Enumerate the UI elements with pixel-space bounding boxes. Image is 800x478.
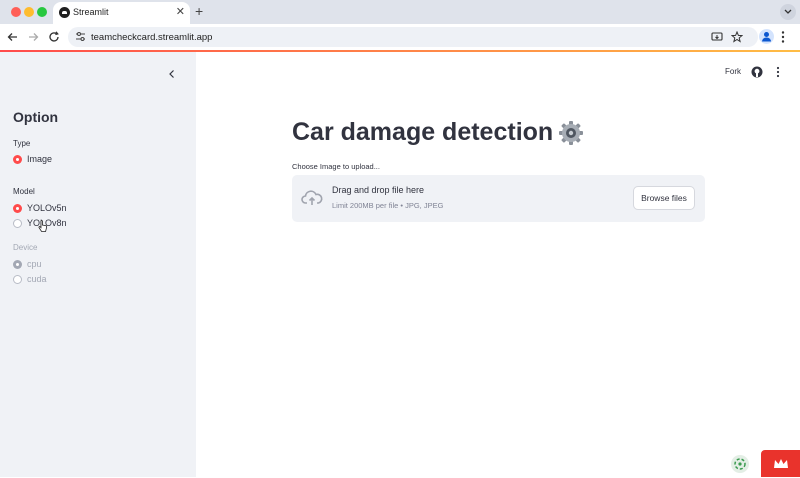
radio-unselected-indicator [13,218,22,228]
cloud-upload-icon [301,190,323,205]
url-text: teamcheckcard.streamlit.app [91,32,213,43]
running-status-icon [734,458,746,470]
radio-label: cuda [27,274,47,284]
file-dropzone[interactable]: Drag and drop file here Limit 200MB per … [292,175,705,222]
address-bar[interactable]: teamcheckcard.streamlit.app [68,27,758,47]
dropzone-limit-text: Limit 200MB per file • JPG, JPEG [332,201,444,210]
main-menu-icon[interactable] [776,66,780,78]
page-title: Car damage detection [292,118,584,147]
github-icon[interactable] [751,66,763,78]
new-tab-icon[interactable]: + [195,3,203,19]
radio-selected-indicator [13,203,22,213]
dropzone-instructions: Drag and drop file here [332,185,425,195]
browse-files-button[interactable]: Browse files [633,186,695,210]
tab-title: Streamlit [73,7,109,17]
streamlit-favicon-icon [59,7,70,18]
minimize-window-button[interactable] [24,7,34,17]
app-status-icon[interactable] [731,455,749,473]
sidebar: Option Type Image Model YOLOv5n YOLOv8n … [0,52,196,477]
upload-label: Choose Image to upload... [292,162,380,171]
back-arrow-icon[interactable] [6,30,20,44]
browser-tab-bar: Streamlit ✕ + [0,0,800,24]
streamlit-hosted-badge[interactable] [761,450,800,477]
tab-close-icon[interactable]: ✕ [176,5,185,19]
main-content: Fork Car damage detection Choose Image t… [196,52,800,477]
collapse-sidebar-icon[interactable] [166,68,178,80]
gear-icon [559,120,584,145]
mouse-pointer-icon [38,220,48,232]
close-window-button[interactable] [11,7,21,17]
bookmark-star-icon[interactable] [731,31,743,43]
site-settings-icon[interactable] [75,31,86,42]
browser-toolbar: teamcheckcard.streamlit.app [0,24,800,50]
radio-option-yolov5n[interactable]: YOLOv5n [13,202,67,214]
radio-option-image[interactable]: Image [13,153,52,165]
fork-button[interactable]: Fork [725,67,741,76]
forward-arrow-icon[interactable] [26,30,40,44]
streamlit-app: Option Type Image Model YOLOv5n YOLOv8n … [0,52,800,477]
radio-label: Image [27,154,53,164]
type-label: Type [13,139,31,148]
radio-selected-indicator [13,154,22,164]
page-title-text: Car damage detection [292,118,554,146]
profile-avatar-icon[interactable] [759,29,774,44]
radio-label: cpu [27,259,42,269]
crown-icon [774,459,788,468]
sidebar-title: Option [13,109,59,125]
device-label: Device [13,243,38,252]
chevron-down-icon [784,9,792,14]
radio-label: YOLOv5n [27,203,67,213]
radio-selected-indicator [13,259,22,269]
model-label: Model [13,187,35,196]
browser-menu-icon[interactable] [781,30,785,44]
person-icon [762,32,771,42]
maximize-window-button[interactable] [37,7,47,17]
install-app-icon[interactable] [711,31,723,43]
reload-icon[interactable] [47,30,61,44]
tab-search-button[interactable] [780,4,796,20]
radio-option-cuda[interactable]: cuda [13,273,47,285]
radio-unselected-indicator [13,274,22,284]
radio-option-cpu[interactable]: cpu [13,258,42,270]
browser-tab[interactable]: Streamlit ✕ [53,2,190,24]
